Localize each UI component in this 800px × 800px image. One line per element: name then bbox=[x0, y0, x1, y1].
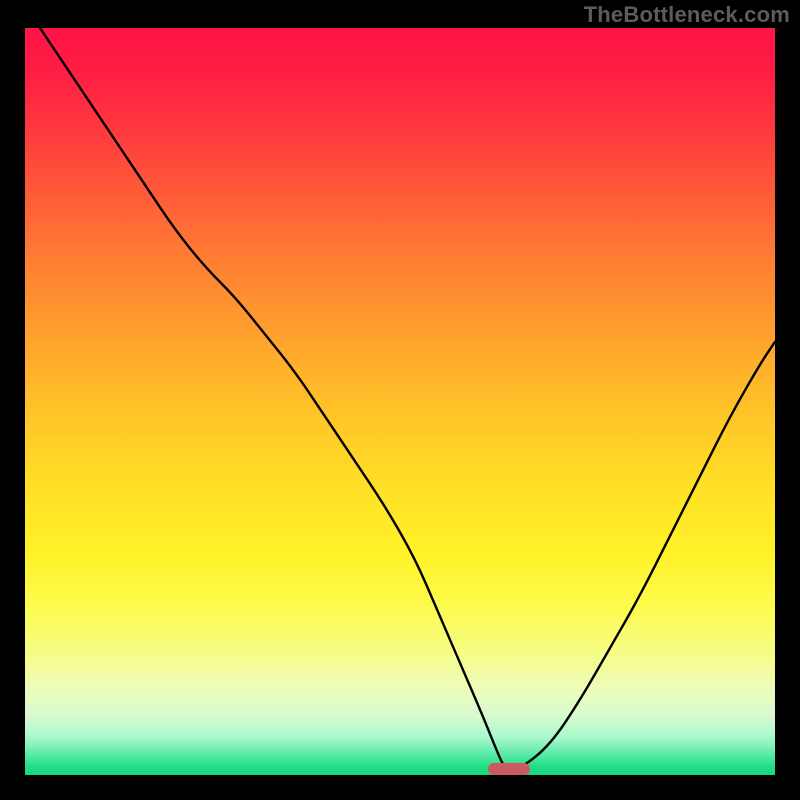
chart-container: TheBottleneck.com bbox=[0, 0, 800, 800]
watermark-text: TheBottleneck.com bbox=[584, 2, 790, 28]
plot-area bbox=[25, 28, 775, 775]
bottleneck-curve bbox=[25, 28, 775, 775]
optimal-marker bbox=[488, 763, 530, 775]
